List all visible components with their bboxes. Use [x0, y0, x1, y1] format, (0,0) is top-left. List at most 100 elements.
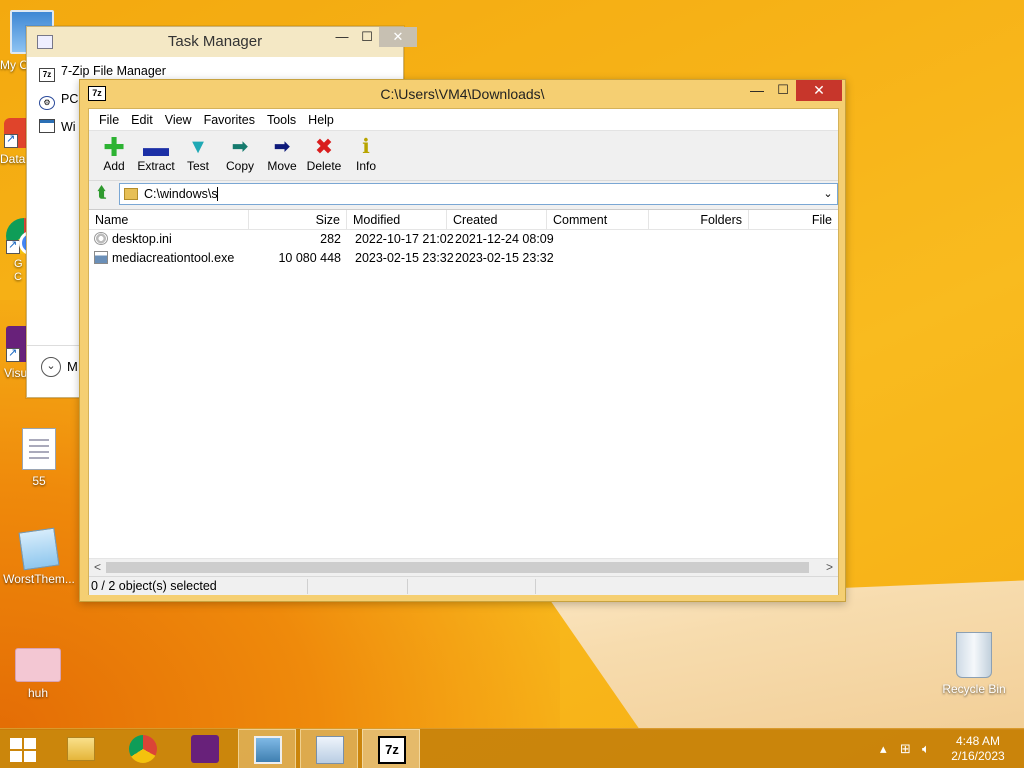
- task-manager-titlebar[interactable]: Task Manager — ☐ ✕: [27, 27, 417, 57]
- test-button[interactable]: ▼ Test: [177, 131, 219, 180]
- folder-up-icon[interactable]: ⮬: [93, 184, 111, 202]
- taskbar-7zip[interactable]: 7z: [362, 729, 420, 768]
- test-label: Test: [186, 159, 209, 173]
- menu-view[interactable]: View: [159, 109, 198, 130]
- desktop-icon-label: huh: [27, 686, 49, 700]
- file-created: 2023-02-15 23:32: [455, 251, 554, 265]
- close-button[interactable]: ✕: [379, 27, 417, 47]
- delete-button[interactable]: ✖ Delete: [303, 131, 345, 180]
- menu-help[interactable]: Help: [302, 109, 340, 130]
- column-files[interactable]: File: [749, 210, 838, 230]
- 7zip-window[interactable]: 7z C:\Users\VM4\Downloads\ — ☐ ✕ File Ed…: [79, 79, 846, 602]
- file-explorer-icon: [67, 737, 95, 761]
- desktop-icon-worstthem[interactable]: WorstThem...: [1, 527, 77, 586]
- file-name-cell: desktop.ini: [94, 230, 254, 249]
- info-icon: ℹ: [362, 136, 370, 158]
- table-row[interactable]: mediacreationtool.exe 10 080 448 2023-02…: [89, 249, 838, 268]
- status-bar: 0 / 2 object(s) selected: [89, 576, 838, 595]
- taskbar-task-manager[interactable]: [300, 729, 358, 768]
- taskbar-photos[interactable]: [238, 729, 296, 768]
- move-label: Move: [267, 159, 297, 173]
- process-item-wi[interactable]: Wi: [39, 117, 76, 137]
- desktop-icon-label: WorstThem...: [3, 572, 75, 586]
- system-tray: ▴ ⊞ 🔈︎ 4:48 AM 2/16/2023: [864, 729, 1024, 768]
- file-size: 282: [320, 232, 341, 246]
- file-list[interactable]: Name Size Modified Created Comment Folde…: [89, 209, 838, 559]
- extract-button[interactable]: ▬ Extract: [135, 131, 177, 180]
- taskbar-file-explorer[interactable]: [52, 729, 110, 768]
- table-row[interactable]: desktop.ini 282 2022-10-17 21:02 2021-12…: [89, 230, 838, 249]
- menu-file[interactable]: File: [93, 109, 125, 130]
- start-button[interactable]: [10, 738, 36, 762]
- window-title: C:\Users\VM4\Downloads\: [380, 86, 545, 102]
- divider: [535, 579, 536, 594]
- scroll-left-icon[interactable]: <: [89, 559, 106, 576]
- selection-status: 0 / 2 object(s) selected: [91, 579, 217, 593]
- taskbar: 7z ▴ ⊞ 🔈︎ 4:48 AM 2/16/2023: [0, 728, 1024, 768]
- maximize-button[interactable]: ☐: [770, 80, 796, 100]
- settings-file-icon: [94, 232, 108, 245]
- menu-tools[interactable]: Tools: [261, 109, 302, 130]
- desktop-icon-label: 55: [32, 474, 46, 488]
- folder-icon: [124, 188, 138, 200]
- menu-favorites[interactable]: Favorites: [198, 109, 261, 130]
- horizontal-scrollbar[interactable]: < >: [89, 558, 838, 575]
- address-input[interactable]: [144, 186, 804, 202]
- column-folders[interactable]: Folders: [649, 210, 749, 230]
- network-icon[interactable]: ⊞: [900, 741, 911, 757]
- 7zip-client-area: File Edit View Favorites Tools Help ✚ Ad…: [88, 108, 839, 595]
- process-item-pc[interactable]: ⚙ PC: [39, 89, 78, 110]
- notepad-file-icon: [18, 527, 60, 571]
- chevron-up-icon[interactable]: ▴: [880, 741, 887, 757]
- info-button[interactable]: ℹ Info: [345, 131, 387, 180]
- chevron-down-icon[interactable]: ⌄: [41, 357, 61, 377]
- column-header-row: Name Size Modified Created Comment Folde…: [89, 210, 838, 230]
- recycle-bin-icon: [956, 632, 992, 678]
- process-item-7zip[interactable]: 7z 7-Zip File Manager: [39, 61, 166, 82]
- 7zip-icon: 7z: [39, 68, 55, 82]
- more-details-link[interactable]: M: [67, 359, 78, 374]
- chevron-down-icon[interactable]: ⌄: [821, 186, 835, 202]
- minimize-button[interactable]: —: [330, 27, 354, 47]
- move-button[interactable]: ➡ Move: [261, 131, 303, 180]
- desktop-icon-recycle-bin[interactable]: Recycle Bin: [936, 632, 1012, 696]
- scrollbar-thumb[interactable]: [106, 562, 809, 573]
- task-manager-icon: [316, 736, 344, 764]
- maximize-button[interactable]: ☐: [355, 27, 379, 47]
- minimize-button[interactable]: —: [744, 80, 770, 100]
- file-modified: 2023-02-15 23:32: [355, 251, 454, 265]
- address-bar: ⮬ ⌄: [89, 181, 838, 207]
- add-button[interactable]: ✚ Add: [93, 131, 135, 180]
- menu-edit[interactable]: Edit: [125, 109, 159, 130]
- address-combobox[interactable]: ⌄: [119, 183, 838, 205]
- photos-icon: [254, 736, 282, 764]
- clock[interactable]: 4:48 AM 2/16/2023: [948, 734, 1008, 764]
- column-comment[interactable]: Comment: [547, 210, 649, 230]
- divider: [407, 579, 408, 594]
- shortcut-arrow-icon: [6, 238, 20, 254]
- process-label: Wi: [61, 120, 76, 134]
- copy-button[interactable]: ➡ Copy: [219, 131, 261, 180]
- clock-date: 2/16/2023: [951, 749, 1005, 763]
- scroll-right-icon[interactable]: >: [821, 559, 838, 576]
- close-button[interactable]: ✕: [796, 80, 842, 101]
- column-created[interactable]: Created: [447, 210, 547, 230]
- process-label: 7-Zip File Manager: [61, 64, 166, 78]
- taskbar-visual-studio[interactable]: [176, 729, 234, 768]
- 7zip-titlebar[interactable]: 7z C:\Users\VM4\Downloads\ — ☐ ✕: [80, 80, 845, 108]
- text-caret: [217, 187, 218, 201]
- column-modified[interactable]: Modified: [347, 210, 447, 230]
- desktop-icon-55[interactable]: 55: [1, 428, 77, 488]
- column-size[interactable]: Size: [249, 210, 347, 230]
- window-icon: [39, 119, 55, 133]
- menu-bar: File Edit View Favorites Tools Help: [89, 109, 838, 131]
- minus-icon: ▬: [143, 132, 169, 162]
- clock-time: 4:48 AM: [955, 734, 1001, 748]
- copy-arrow-icon: ➡: [231, 136, 249, 158]
- info-label: Info: [355, 159, 376, 173]
- column-name[interactable]: Name: [89, 210, 249, 230]
- taskbar-chrome[interactable]: [114, 729, 172, 768]
- speaker-icon[interactable]: 🔈︎: [922, 741, 930, 757]
- file-modified: 2022-10-17 21:02: [355, 232, 454, 246]
- desktop-icon-huh[interactable]: huh: [0, 648, 76, 700]
